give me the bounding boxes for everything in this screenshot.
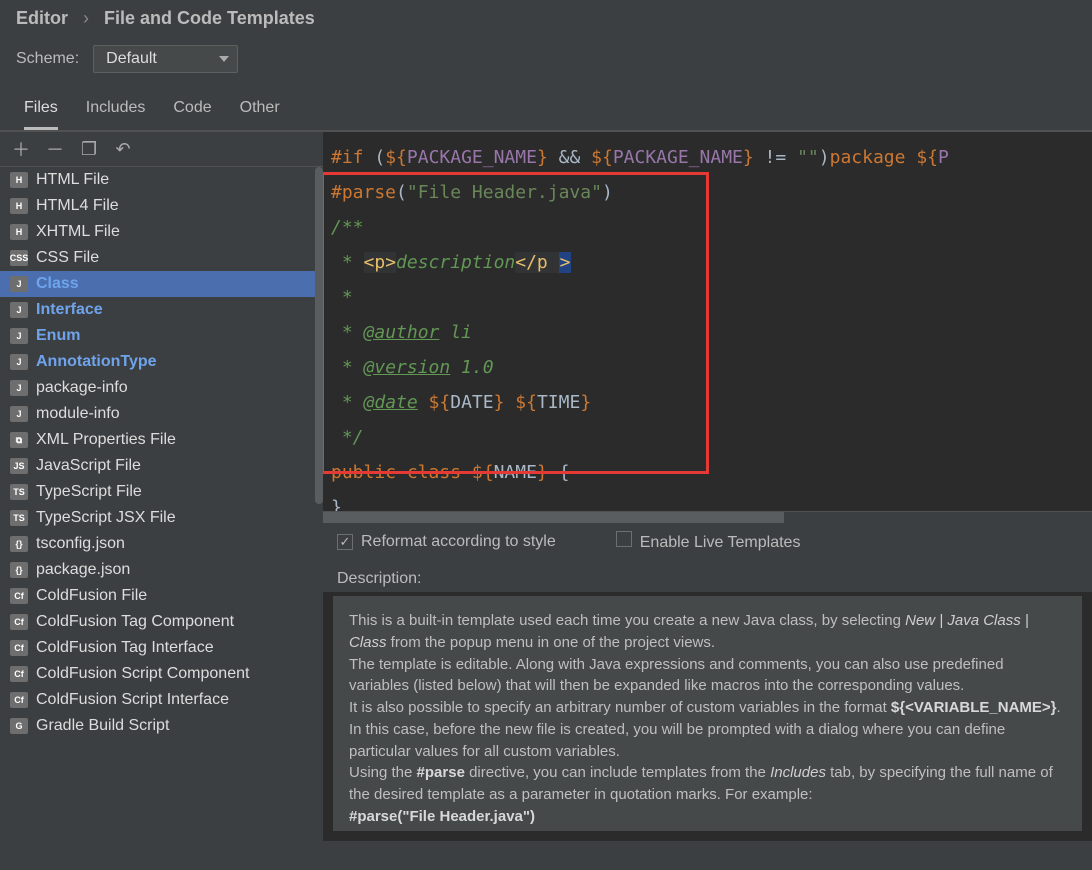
description-label: Description:: [323, 560, 1092, 592]
tabs: Files Includes Code Other: [0, 91, 1092, 131]
file-type-icon: Cf: [10, 588, 28, 604]
list-item-label: HTML File: [36, 171, 109, 189]
list-item[interactable]: {} package.json: [0, 557, 323, 583]
list-item[interactable]: H XHTML File: [0, 219, 323, 245]
list-item-label: AnnotationType: [36, 353, 157, 371]
list-item[interactable]: Cf ColdFusion Script Component: [0, 661, 323, 687]
file-type-icon: JS: [10, 458, 28, 474]
undo-icon[interactable]: ↶: [114, 140, 132, 158]
description-box: This is a built-in template used each ti…: [333, 596, 1082, 831]
list-item[interactable]: Cf ColdFusion File: [0, 583, 323, 609]
h-scrollbar[interactable]: [323, 511, 1092, 523]
file-type-icon: Cf: [10, 666, 28, 682]
file-type-icon: TS: [10, 510, 28, 526]
file-type-icon: J: [10, 406, 28, 422]
list-item-label: ColdFusion Script Component: [36, 665, 249, 683]
file-type-icon: Cf: [10, 692, 28, 708]
list-item-label: ColdFusion File: [36, 587, 147, 605]
list-item[interactable]: {} tsconfig.json: [0, 531, 323, 557]
list-item[interactable]: Cf ColdFusion Tag Interface: [0, 635, 323, 661]
file-type-icon: H: [10, 172, 28, 188]
list-item-label: module-info: [36, 405, 120, 423]
file-type-icon: G: [10, 718, 28, 734]
list-item[interactable]: J AnnotationType: [0, 349, 323, 375]
tab-includes[interactable]: Includes: [86, 91, 146, 130]
chevron-down-icon: [219, 56, 229, 62]
list-item-label: CSS File: [36, 249, 99, 267]
list-item-label: XHTML File: [36, 223, 120, 241]
checkbox-icon: [616, 531, 632, 547]
file-type-icon: J: [10, 276, 28, 292]
list-item-label: HTML4 File: [36, 197, 119, 215]
list-item-label: TypeScript JSX File: [36, 509, 176, 527]
list-item[interactable]: H HTML4 File: [0, 193, 323, 219]
list-item-label: XML Properties File: [36, 431, 176, 449]
file-type-icon: TS: [10, 484, 28, 500]
tab-files[interactable]: Files: [24, 91, 58, 130]
list-item[interactable]: Cf ColdFusion Script Interface: [0, 687, 323, 713]
scheme-label: Scheme:: [16, 50, 79, 68]
file-type-icon: {}: [10, 536, 28, 552]
list-item[interactable]: JS JavaScript File: [0, 453, 323, 479]
scheme-value: Default: [106, 50, 157, 68]
list-item-label: ColdFusion Script Interface: [36, 691, 229, 709]
breadcrumb: Editor › File and Code Templates: [0, 0, 1092, 39]
list-item[interactable]: Jmodule-info: [0, 401, 323, 427]
file-type-icon: J: [10, 354, 28, 370]
list-item[interactable]: J Class: [0, 271, 323, 297]
list-item-label: package-info: [36, 379, 128, 397]
list-item-label: ColdFusion Tag Interface: [36, 639, 214, 657]
list-item[interactable]: G Gradle Build Script: [0, 713, 323, 739]
list-item-label: ColdFusion Tag Component: [36, 613, 234, 631]
remove-icon[interactable]: －: [46, 140, 64, 158]
list-item[interactable]: Cf ColdFusion Tag Component: [0, 609, 323, 635]
live-templates-checkbox[interactable]: Enable Live Templates: [616, 531, 801, 552]
list-item-label: Gradle Build Script: [36, 717, 169, 735]
file-type-icon: Cf: [10, 640, 28, 656]
list-item[interactable]: J Enum: [0, 323, 323, 349]
reformat-checkbox[interactable]: Reformat according to style: [337, 533, 556, 551]
file-type-icon: J: [10, 328, 28, 344]
breadcrumb-current: File and Code Templates: [104, 8, 315, 28]
list-item-label: package.json: [36, 561, 130, 579]
file-type-icon: J: [10, 302, 28, 318]
list-item-label: JavaScript File: [36, 457, 141, 475]
list-item[interactable]: J Interface: [0, 297, 323, 323]
list-item-label: TypeScript File: [36, 483, 142, 501]
list-item[interactable]: CSS CSS File: [0, 245, 323, 271]
add-icon[interactable]: ＋: [12, 140, 30, 158]
file-type-icon: J: [10, 380, 28, 396]
list-item[interactable]: Jpackage-info: [0, 375, 323, 401]
scrollbar[interactable]: [315, 167, 323, 504]
list-item[interactable]: TS TypeScript JSX File: [0, 505, 323, 531]
copy-icon[interactable]: ❐: [80, 140, 98, 158]
breadcrumb-parent[interactable]: Editor: [16, 8, 68, 28]
checkbox-checked-icon: [337, 534, 353, 550]
file-type-icon: H: [10, 224, 28, 240]
list-item[interactable]: TS TypeScript File: [0, 479, 323, 505]
file-type-icon: CSS: [10, 250, 28, 266]
file-type-icon: H: [10, 198, 28, 214]
list-item-label: Enum: [36, 327, 80, 345]
scheme-select[interactable]: Default: [93, 45, 238, 73]
file-type-icon: ⧉: [10, 432, 28, 448]
chevron-right-icon: ›: [83, 8, 89, 28]
tab-other[interactable]: Other: [240, 91, 280, 130]
list-item-label: Interface: [36, 301, 103, 319]
file-type-icon: Cf: [10, 614, 28, 630]
file-type-icon: {}: [10, 562, 28, 578]
list-item[interactable]: H HTML File: [0, 167, 323, 193]
template-toolbar: ＋ － ❐ ↶: [0, 131, 323, 167]
template-editor[interactable]: #if (${PACKAGE_NAME} && ${PACKAGE_NAME} …: [323, 131, 1092, 511]
list-item-label: Class: [36, 275, 79, 293]
template-list: H HTML File H HTML4 File H XHTML File CSS CSS F…: [0, 167, 323, 841]
list-item-label: tsconfig.json: [36, 535, 125, 553]
list-item[interactable]: ⧉ XML Properties File: [0, 427, 323, 453]
tab-code[interactable]: Code: [173, 91, 211, 130]
